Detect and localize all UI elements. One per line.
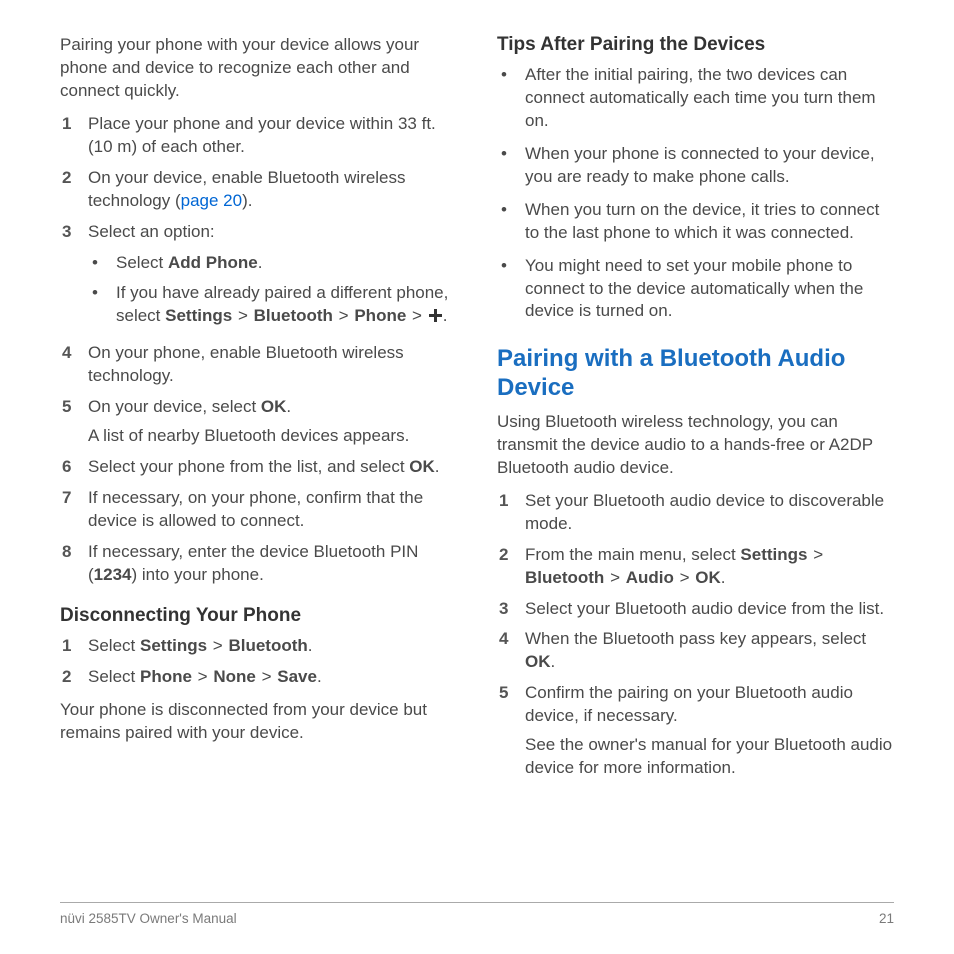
audio-intro: Using Bluetooth wireless technology, you… (497, 411, 894, 480)
step-number: 5 (497, 682, 525, 780)
disconnect-heading: Disconnecting Your Phone (60, 605, 457, 627)
page-number: 21 (879, 911, 894, 926)
step-number: 6 (60, 456, 88, 479)
step-text: Select an option: • Select Add Phone. • … (88, 221, 457, 335)
step-number: 2 (60, 666, 88, 689)
disconnect-step-1: 1 Select Settings > Bluetooth. (60, 635, 457, 658)
audio-step-3: 3 Select your Bluetooth audio device fro… (497, 598, 894, 621)
audio-step-1: 1 Set your Bluetooth audio device to dis… (497, 490, 894, 536)
step-number: 1 (60, 113, 88, 159)
bullet-icon: • (497, 64, 525, 133)
two-column-layout: Pairing your phone with your device allo… (60, 34, 894, 874)
sub-options: • Select Add Phone. • If you have alread… (88, 252, 457, 329)
audio-step-2: 2 From the main menu, select Settings > … (497, 544, 894, 590)
page-footer: nüvi 2585TV Owner's Manual 21 (60, 902, 894, 926)
step-5: 5 On your device, select OK. A list of n… (60, 396, 457, 448)
bullet-icon: • (88, 252, 116, 275)
step-text: On your device, select OK. A list of nea… (88, 396, 457, 448)
page-link[interactable]: page 20 (181, 191, 242, 210)
list-item: • When your phone is connected to your d… (497, 143, 894, 189)
step-3: 3 Select an option: • Select Add Phone. … (60, 221, 457, 335)
step-text: Select your phone from the list, and sel… (88, 456, 457, 479)
pairing-intro: Pairing your phone with your device allo… (60, 34, 457, 103)
right-column: Tips After Pairing the Devices • After t… (497, 34, 894, 874)
step-number: 1 (497, 490, 525, 536)
step-6: 6 Select your phone from the list, and s… (60, 456, 457, 479)
audio-heading: Pairing with a Bluetooth Audio Device (497, 345, 894, 403)
step-number: 3 (497, 598, 525, 621)
disconnect-after: Your phone is disconnected from your dev… (60, 699, 457, 745)
step-text: On your phone, enable Bluetooth wireless… (88, 342, 457, 388)
bullet-icon: • (497, 143, 525, 189)
step-number: 1 (60, 635, 88, 658)
step-4: 4 On your phone, enable Bluetooth wirele… (60, 342, 457, 388)
step-number: 3 (60, 221, 88, 335)
step-7: 7 If necessary, on your phone, confirm t… (60, 487, 457, 533)
step-1: 1 Place your phone and your device withi… (60, 113, 457, 159)
plus-icon (428, 308, 443, 323)
bullet-icon: • (88, 282, 116, 328)
bullet-icon: • (497, 199, 525, 245)
list-item: • If you have already paired a different… (88, 282, 457, 328)
list-item: • When you turn on the device, it tries … (497, 199, 894, 245)
audio-step-4: 4 When the Bluetooth pass key appears, s… (497, 628, 894, 674)
list-item: • Select Add Phone. (88, 252, 457, 275)
list-item: • You might need to set your mobile phon… (497, 255, 894, 324)
step-8: 8 If necessary, enter the device Bluetoo… (60, 541, 457, 587)
step-text: If necessary, on your phone, confirm tha… (88, 487, 457, 533)
list-item: • After the initial pairing, the two dev… (497, 64, 894, 133)
step-number: 2 (60, 167, 88, 213)
footer-title: nüvi 2585TV Owner's Manual (60, 911, 237, 926)
step-number: 7 (60, 487, 88, 533)
step-text: Place your phone and your device within … (88, 113, 457, 159)
step-number: 8 (60, 541, 88, 587)
tips-heading: Tips After Pairing the Devices (497, 34, 894, 56)
step-number: 5 (60, 396, 88, 448)
audio-step-5: 5 Confirm the pairing on your Bluetooth … (497, 682, 894, 780)
step-number: 4 (60, 342, 88, 388)
tips-list: • After the initial pairing, the two dev… (497, 64, 894, 323)
step-2: 2 On your device, enable Bluetooth wirel… (60, 167, 457, 213)
add-phone-label: Add Phone (168, 253, 258, 272)
step-number: 2 (497, 544, 525, 590)
step-text: If necessary, enter the device Bluetooth… (88, 541, 457, 587)
bullet-icon: • (497, 255, 525, 324)
left-column: Pairing your phone with your device allo… (60, 34, 457, 874)
step-number: 4 (497, 628, 525, 674)
step-text: On your device, enable Bluetooth wireles… (88, 167, 457, 213)
disconnect-step-2: 2 Select Phone > None > Save. (60, 666, 457, 689)
